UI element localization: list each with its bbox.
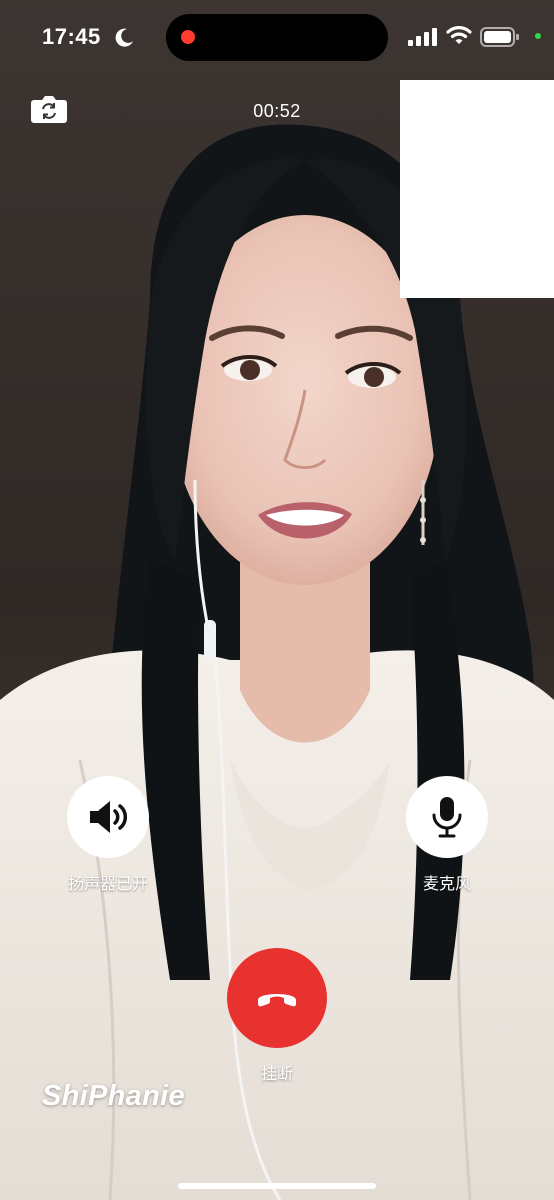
- camera-in-use-indicator: [535, 33, 541, 39]
- microphone-button[interactable]: [406, 776, 488, 858]
- status-time: 17:45: [42, 24, 101, 49]
- status-bar: 17:45: [0, 0, 554, 76]
- speaker-button[interactable]: [67, 776, 149, 858]
- hangup-control: 挂断: [202, 948, 352, 1084]
- hangup-label: 挂断: [260, 1066, 293, 1083]
- speaker-on-icon: [90, 801, 128, 833]
- microphone-control: 麦克风: [372, 776, 522, 894]
- microphone-icon: [432, 797, 462, 838]
- speaker-control: 扬声器已开: [33, 776, 183, 894]
- hangup-button[interactable]: [227, 948, 327, 1048]
- cellular-signal-icon: [408, 28, 437, 46]
- call-duration: 00:52: [253, 101, 301, 121]
- video-call-screen: 17:45 00:52 扬声器已开 麦克风 挂断 ShiPhanie: [0, 0, 554, 1200]
- self-video-preview[interactable]: [400, 80, 554, 298]
- phone-hangup-icon: [258, 994, 296, 1007]
- watermark-text: ShiPhanie: [42, 1080, 185, 1112]
- wifi-icon: [446, 26, 472, 44]
- switch-camera-icon[interactable]: [30, 92, 68, 124]
- speaker-label: 扬声器已开: [67, 876, 148, 893]
- home-indicator[interactable]: [178, 1183, 376, 1189]
- dynamic-island: [166, 14, 388, 61]
- battery-icon: [480, 27, 519, 47]
- recording-indicator-icon: [181, 30, 195, 44]
- microphone-label: 麦克风: [422, 876, 471, 893]
- moon-icon: [115, 28, 133, 47]
